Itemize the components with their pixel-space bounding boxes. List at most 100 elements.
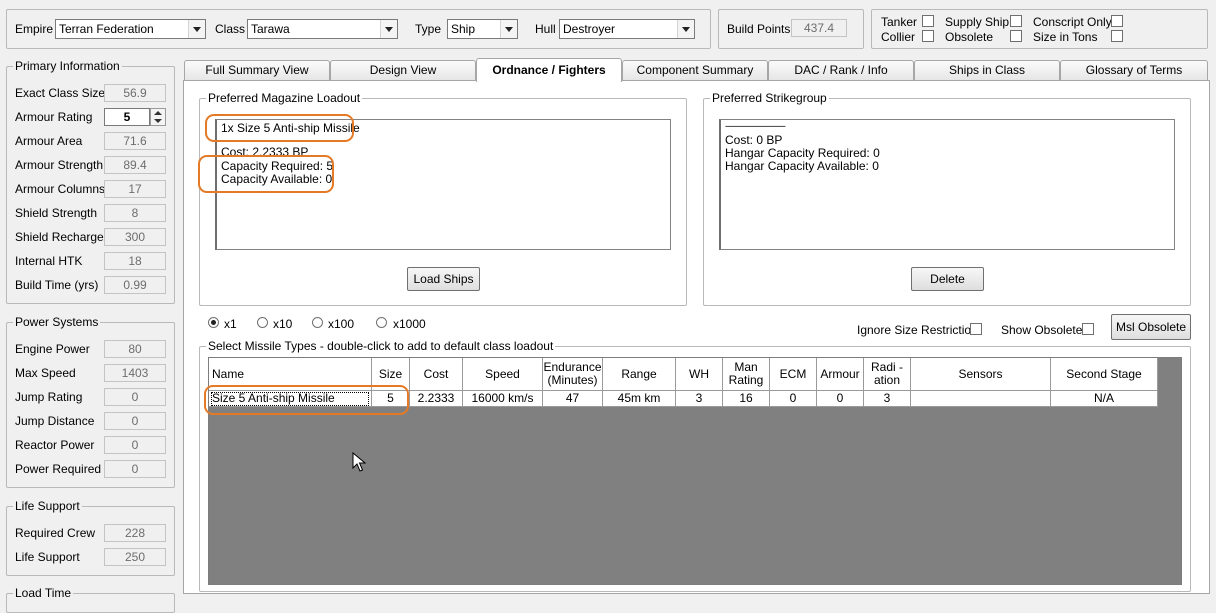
table-cell-armour[interactable]: 0 [817,391,864,407]
shield-strength-value: 8 [104,204,166,222]
size-in-tons-checkbox[interactable] [1111,30,1123,42]
tab-glossary-of-terms[interactable]: Glossary of Terms [1060,60,1208,80]
table-cell-radiation[interactable]: 3 [864,391,911,407]
engine-power-label: Engine Power [15,342,90,356]
reactor-power-label: Reactor Power [15,438,95,452]
build-time-value: 0.99 [104,276,166,294]
ignore-size-restriction-label: Ignore Size Restriction [857,323,978,337]
tab-full-summary-view[interactable]: Full Summary View [184,60,330,80]
column-header-man-rating[interactable]: Man Rating [723,358,770,391]
table-cell-wh[interactable]: 3 [676,391,723,407]
exact-class-size-label: Exact Class Size [15,86,106,100]
chevron-down-icon[interactable] [380,20,397,38]
table-cell-speed[interactable]: 16000 km/s [463,391,543,407]
load-time-group: Load Time [6,586,175,613]
column-header-range[interactable]: Range [603,358,676,391]
multiplier-x10-radio[interactable] [257,317,268,328]
armour-columns-value: 17 [104,180,166,198]
armour-rating-stepper[interactable]: 5 [104,108,150,126]
class-select[interactable]: Tarawa [247,19,398,39]
strikegroup-list[interactable]: ------------------------------ Cost: 0 B… [719,119,1175,250]
show-obsolete-checkbox[interactable] [1082,323,1094,335]
power-required-value: 0 [104,460,166,478]
tab-dac-rank-info[interactable]: DAC / Rank / Info [768,60,914,80]
list-item: Hangar Capacity Available: 0 [725,159,879,173]
column-header-size[interactable]: Size [372,358,410,391]
column-header-endurance[interactable]: Endurance (Minutes) [543,358,603,391]
exact-class-size-value: 56.9 [104,84,166,102]
jump-distance-value: 0 [104,412,166,430]
list-item: ------------------------------ [725,121,786,131]
collier-label: Collier [881,30,916,44]
table-cell-range[interactable]: 45m km [603,391,676,407]
type-label: Type [415,22,442,36]
tab-ships-in-class[interactable]: Ships in Class [914,60,1060,80]
shield-recharge-label: Shield Recharge [15,230,104,244]
shield-strength-label: Shield Strength [15,206,98,220]
table-cell-size[interactable]: 5 [372,391,410,407]
build-points-label: Build Points [727,22,791,36]
obsolete-checkbox[interactable] [1010,30,1022,42]
jump-rating-label: Jump Rating [15,390,83,404]
armour-strength-label: Armour Strength [15,158,104,172]
type-select[interactable]: Ship [447,19,518,39]
column-header-speed[interactable]: Speed [463,358,543,391]
internal-htk-value: 18 [104,252,166,270]
multiplier-x1-radio[interactable] [208,317,219,328]
tanker-checkbox[interactable] [922,15,934,27]
engine-power-value: 80 [104,340,166,358]
multiplier-x100-radio[interactable] [312,317,323,328]
obsolete-label: Obsolete [945,30,994,44]
class-label: Class [215,22,246,36]
class-value: Tarawa [251,22,290,36]
column-header-cost[interactable]: Cost [410,358,463,391]
empire-select[interactable]: Terran Federation [55,19,206,39]
table-cell-ecm[interactable]: 0 [770,391,817,407]
delete-button[interactable]: Delete [911,267,984,291]
column-header-sensors[interactable]: Sensors [911,358,1051,391]
build-time-label: Build Time (yrs) [15,278,99,292]
table-cell-endurance[interactable]: 47 [543,391,603,407]
required-crew-value: 228 [104,524,166,542]
chevron-down-icon[interactable] [500,20,517,38]
hull-value: Destroyer [563,22,616,36]
column-header-wh[interactable]: WH [676,358,723,391]
list-item: Cost: 2.2333 BP [221,145,309,159]
collier-checkbox[interactable] [922,30,934,42]
life-support-value: 250 [104,548,166,566]
column-header-ecm[interactable]: ECM [770,358,817,391]
tab-ordnance-fighters[interactable]: Ordnance / Fighters [476,58,622,82]
required-crew-label: Required Crew [15,526,96,540]
armour-rating-spin-buttons[interactable] [150,108,166,126]
chevron-down-icon[interactable] [188,20,205,38]
conscript-only-label: Conscript Only [1033,15,1112,29]
column-header-radiation[interactable]: Radi -ation [864,358,911,391]
type-value: Ship [451,22,476,36]
spin-down-icon[interactable] [154,119,162,123]
msl-obsolete-button[interactable]: Msl Obsolete [1111,314,1191,340]
column-header-second-stage[interactable]: Second Stage [1051,358,1158,391]
multiplier-x10-label: x10 [273,317,293,331]
magazine-loadout-list[interactable]: 1x Size 5 Anti-ship Missile Cost: 2.2333… [215,119,671,250]
table-cell-sensors[interactable] [911,391,1051,407]
table-cell-man-rating[interactable]: 16 [723,391,770,407]
spin-up-icon[interactable] [154,111,162,115]
armour-strength-value: 89.4 [104,156,166,174]
column-header-armour[interactable]: Armour [817,358,864,391]
show-obsolete-label: Show Obsolete [1001,323,1083,337]
magazine-loadout-title: Preferred Magazine Loadout [206,91,363,105]
ignore-size-restriction-checkbox[interactable] [970,323,982,335]
table-cell-cost[interactable]: 2.2333 [410,391,463,407]
list-item: 1x Size 5 Anti-ship Missile [221,121,360,135]
tab-design-view[interactable]: Design View [330,60,476,80]
tab-component-summary[interactable]: Component Summary [622,60,768,80]
load-ships-button[interactable]: Load Ships [407,267,480,291]
selected-cell-focus [211,392,369,406]
multiplier-x1000-radio[interactable] [376,317,387,328]
supply-ship-checkbox[interactable] [1010,15,1022,27]
table-cell-second-stage[interactable]: N/A [1051,391,1158,407]
hull-select[interactable]: Destroyer [559,19,695,39]
chevron-down-icon[interactable] [677,20,694,38]
conscript-only-checkbox[interactable] [1111,15,1123,27]
column-header-name[interactable]: Name [209,358,372,391]
